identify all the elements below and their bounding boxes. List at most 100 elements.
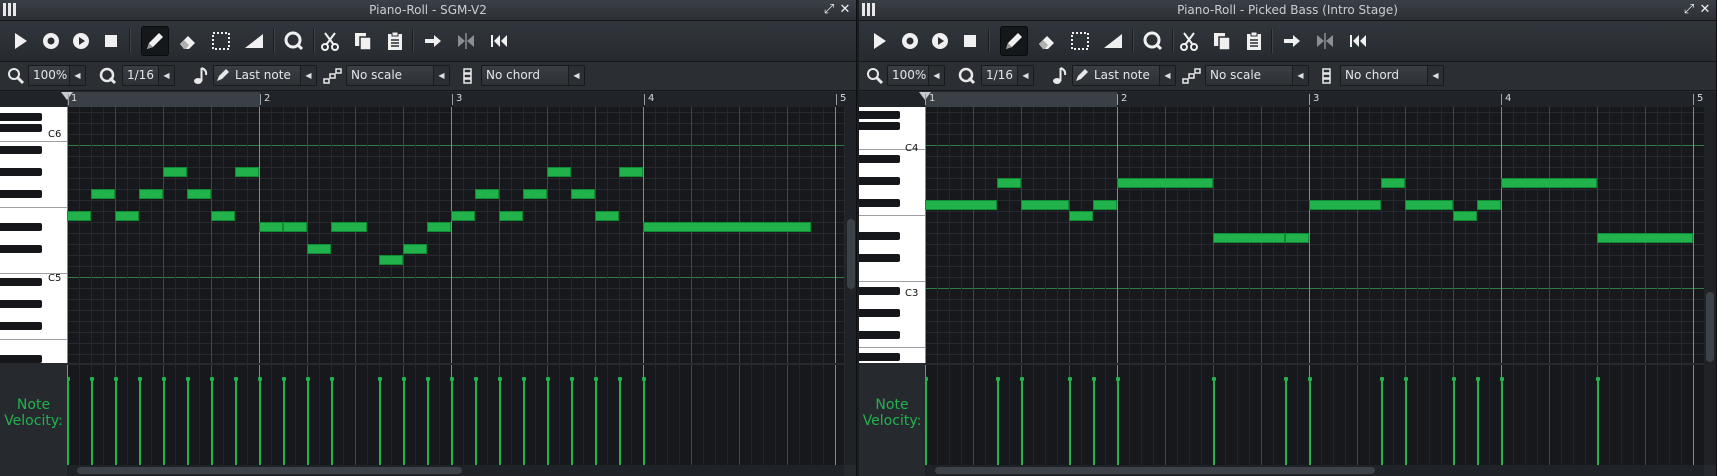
velocity-bar[interactable] bbox=[1068, 377, 1072, 465]
play-button[interactable] bbox=[6, 26, 34, 56]
note[interactable] bbox=[283, 222, 307, 232]
velocity-bar[interactable] bbox=[450, 377, 454, 465]
black-key[interactable] bbox=[859, 199, 900, 207]
title-bar[interactable]: Piano-Roll - SGM-V2 ⤢ ✕ bbox=[0, 0, 856, 21]
note[interactable] bbox=[1117, 178, 1213, 188]
chord-combo[interactable]: No chord ◀ bbox=[481, 65, 585, 86]
note[interactable] bbox=[379, 255, 403, 265]
stop-behavior-button[interactable] bbox=[1278, 26, 1306, 56]
record-button[interactable] bbox=[896, 26, 924, 56]
copy-button[interactable] bbox=[349, 26, 377, 56]
velocity-bar[interactable] bbox=[1476, 377, 1480, 465]
note[interactable] bbox=[1285, 233, 1309, 243]
note-grid[interactable] bbox=[925, 107, 1704, 363]
velocity-bar[interactable] bbox=[1596, 377, 1600, 465]
pitch-bend-button[interactable] bbox=[240, 26, 268, 56]
note[interactable] bbox=[925, 200, 997, 210]
black-key[interactable] bbox=[859, 331, 900, 339]
black-key[interactable] bbox=[0, 223, 42, 231]
black-key[interactable] bbox=[0, 245, 42, 253]
black-key[interactable] bbox=[0, 322, 42, 330]
velocity-bar[interactable] bbox=[570, 377, 574, 465]
horizontal-scrollbar[interactable] bbox=[67, 465, 844, 476]
velocity-bar[interactable] bbox=[1500, 377, 1504, 465]
velocity-bar[interactable] bbox=[1092, 377, 1096, 465]
note[interactable] bbox=[1405, 200, 1453, 210]
velocity-bar[interactable] bbox=[186, 377, 190, 465]
timeline-ruler[interactable]: 1 2 3 4 5 bbox=[859, 92, 1716, 107]
black-key[interactable] bbox=[0, 113, 42, 121]
velocity-bar[interactable] bbox=[1380, 377, 1384, 465]
eraser-button[interactable] bbox=[1033, 26, 1061, 56]
velocity-bar[interactable] bbox=[1404, 377, 1408, 465]
select-button[interactable] bbox=[207, 26, 235, 56]
rewind-button[interactable] bbox=[485, 26, 513, 56]
velocity-bar[interactable] bbox=[378, 377, 382, 465]
black-key[interactable] bbox=[859, 287, 900, 295]
note-grid[interactable] bbox=[67, 107, 844, 363]
note[interactable] bbox=[163, 167, 187, 177]
velocity-bar[interactable] bbox=[546, 377, 550, 465]
play-button[interactable] bbox=[865, 26, 893, 56]
black-key[interactable] bbox=[859, 254, 900, 262]
velocity-bar[interactable] bbox=[642, 377, 646, 465]
rewind-button[interactable] bbox=[1344, 26, 1372, 56]
chord-combo[interactable]: No chord ◀ bbox=[1340, 65, 1444, 86]
note[interactable] bbox=[115, 211, 139, 221]
note[interactable] bbox=[1597, 233, 1693, 243]
velocity-bar[interactable] bbox=[618, 377, 622, 465]
note-length-combo[interactable]: Last note ◀ bbox=[1072, 65, 1176, 86]
quantize-button[interactable] bbox=[280, 26, 308, 56]
black-key[interactable] bbox=[859, 122, 900, 130]
velocity-bar[interactable] bbox=[306, 377, 310, 465]
note[interactable] bbox=[571, 189, 595, 199]
zoom-combo[interactable]: 100% ◀ bbox=[28, 65, 86, 86]
close-icon[interactable]: ✕ bbox=[1698, 2, 1712, 17]
copy-button[interactable] bbox=[1208, 26, 1236, 56]
black-key[interactable] bbox=[859, 155, 900, 163]
velocity-bar[interactable] bbox=[210, 377, 214, 465]
velocity-bar[interactable] bbox=[1116, 377, 1120, 465]
note[interactable] bbox=[1093, 200, 1117, 210]
loop-region[interactable] bbox=[925, 92, 1117, 107]
velocity-bar[interactable] bbox=[67, 377, 70, 465]
reverse-button[interactable] bbox=[452, 26, 480, 56]
velocity-bar[interactable] bbox=[138, 377, 142, 465]
note[interactable] bbox=[235, 167, 259, 177]
note[interactable] bbox=[1309, 200, 1381, 210]
quantize-combo[interactable]: 1/16 ◀ bbox=[122, 65, 175, 86]
note[interactable] bbox=[187, 189, 211, 199]
velocity-lane[interactable] bbox=[925, 365, 1704, 465]
black-key[interactable] bbox=[0, 146, 42, 154]
velocity-bar[interactable] bbox=[162, 377, 166, 465]
black-key[interactable] bbox=[859, 111, 900, 119]
velocity-bar[interactable] bbox=[1308, 377, 1312, 465]
note[interactable] bbox=[547, 167, 571, 177]
note[interactable] bbox=[91, 189, 115, 199]
scale-combo[interactable]: No scale ◀ bbox=[346, 65, 450, 86]
note[interactable] bbox=[331, 222, 367, 232]
velocity-bar[interactable] bbox=[402, 377, 406, 465]
maximize-icon[interactable]: ⤢ bbox=[1682, 2, 1696, 17]
record-while-playing-button[interactable] bbox=[67, 26, 95, 56]
black-key[interactable] bbox=[859, 309, 900, 317]
velocity-bar[interactable] bbox=[594, 377, 598, 465]
scrollbar-thumb[interactable] bbox=[77, 467, 462, 474]
pitch-bend-button[interactable] bbox=[1099, 26, 1127, 56]
scrollbar-thumb[interactable] bbox=[935, 467, 1375, 474]
cut-button[interactable] bbox=[1175, 26, 1203, 56]
velocity-bar[interactable] bbox=[258, 377, 262, 465]
note[interactable] bbox=[211, 211, 235, 221]
loop-region[interactable] bbox=[67, 92, 260, 107]
velocity-bar[interactable] bbox=[522, 377, 526, 465]
timeline-ruler[interactable]: 1 2 3 4 5 bbox=[0, 92, 856, 107]
note[interactable] bbox=[427, 222, 451, 232]
velocity-bar[interactable] bbox=[1452, 377, 1456, 465]
velocity-bar[interactable] bbox=[474, 377, 478, 465]
note[interactable] bbox=[595, 211, 619, 221]
velocity-bar[interactable] bbox=[114, 377, 118, 465]
note[interactable] bbox=[643, 222, 811, 232]
velocity-bar[interactable] bbox=[1284, 377, 1288, 465]
note[interactable] bbox=[1477, 200, 1501, 210]
piano-keyboard[interactable]: C4 C3 bbox=[859, 107, 925, 363]
